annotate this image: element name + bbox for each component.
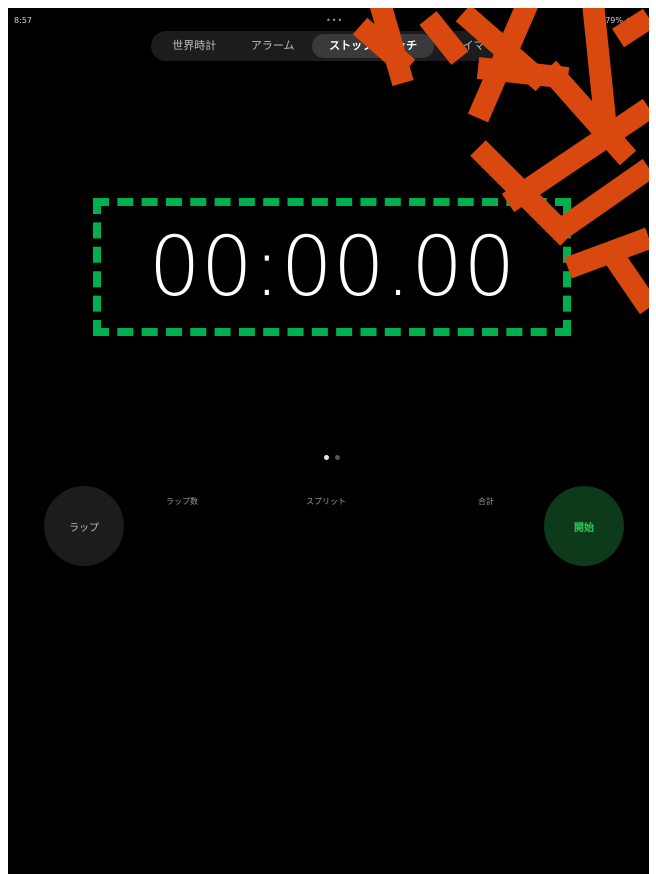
tab-stopwatch[interactable]: ストップウォッチ — [311, 34, 435, 58]
status-right: 79% — [605, 16, 639, 25]
page-dot-1[interactable] — [324, 455, 329, 460]
tab-world-clock[interactable]: 世界時計 — [155, 34, 234, 58]
status-time: 8:57 — [14, 16, 32, 25]
lap-button[interactable]: ラップ — [44, 486, 124, 566]
annotation-strokes — [352, 8, 649, 315]
total-column-header: 合計 — [478, 497, 494, 506]
page-dot-2[interactable] — [335, 455, 340, 460]
stopwatch-time: 00:00.00 — [148, 219, 516, 315]
status-bar: 8:57 ••• 79% — [8, 8, 649, 32]
battery-icon — [627, 17, 639, 24]
clock-tab-bar: 世界時計 アラーム ストップウォッチ タイマー — [151, 31, 517, 61]
battery-percent: 79% — [605, 16, 623, 25]
page-indicator[interactable] — [324, 455, 340, 460]
split-column-header: スプリット — [306, 497, 346, 506]
tab-alarm[interactable]: アラーム — [234, 34, 312, 58]
start-button[interactable]: 開始 — [544, 486, 624, 566]
tab-timer[interactable]: タイマー — [434, 34, 513, 58]
status-indicator: ••• — [326, 16, 344, 25]
annotation-stroke-5 — [564, 227, 649, 315]
stopwatch-screen: 8:57 ••• 79% 世界時計 アラーム ストップウォッチ タイマー 00:… — [8, 8, 649, 874]
laps-column-header: ラップ数 — [166, 497, 198, 506]
highlight-box: 00:00.00 — [93, 198, 571, 336]
